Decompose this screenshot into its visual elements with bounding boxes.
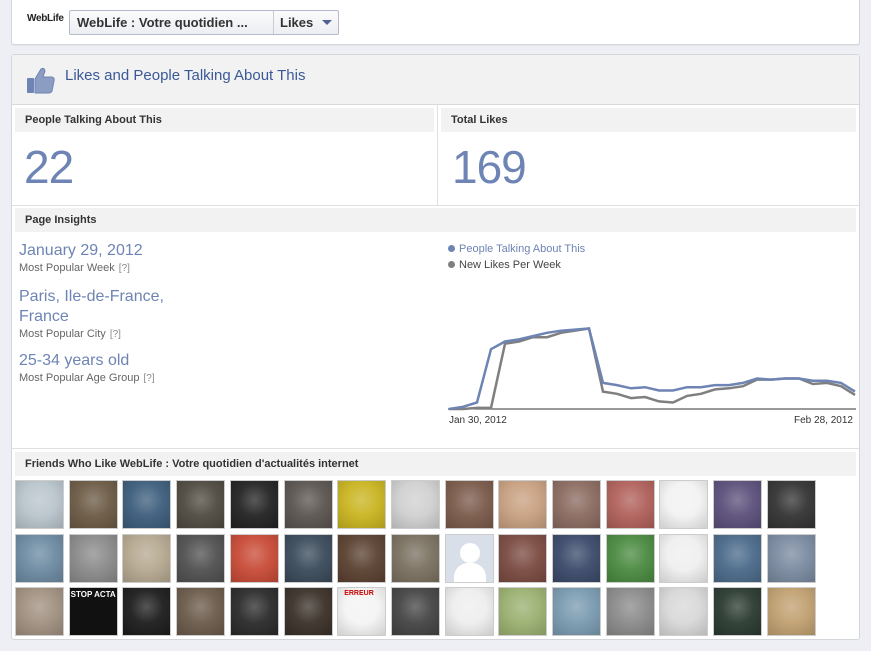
friend-avatar[interactable]	[713, 480, 763, 529]
insight-age-label: Most Popular Age Group	[19, 372, 140, 384]
legend-dot	[448, 261, 455, 268]
default-avatar-silhouette	[459, 542, 480, 563]
legend-label: People Talking About This	[459, 243, 586, 255]
friend-avatar[interactable]	[605, 480, 655, 529]
likes-panel: Likes and People Talking About This Peop…	[11, 54, 860, 640]
friend-avatar[interactable]	[659, 480, 709, 529]
friend-avatar[interactable]	[766, 587, 816, 637]
friend-avatar[interactable]	[390, 533, 440, 583]
series-line	[448, 327, 856, 411]
page-view-selector[interactable]: WebLife : Votre quotidien ... Likes	[69, 10, 339, 35]
friend-avatar[interactable]	[122, 587, 172, 637]
legend-label: New Likes Per Week	[459, 259, 561, 271]
friend-avatar[interactable]	[659, 533, 709, 583]
legend-item-likes: New Likes Per Week	[448, 259, 561, 271]
erreur-text: ERREUR	[344, 590, 374, 598]
legend-item-talking: People Talking About This	[448, 243, 585, 255]
divider	[12, 205, 859, 206]
insights-header: Page Insights	[15, 208, 856, 232]
friend-avatar[interactable]	[713, 587, 763, 637]
insight-week-label: Most Popular Week	[19, 262, 115, 274]
talking-stat-label: People Talking About This	[15, 108, 434, 132]
friend-avatar[interactable]	[15, 480, 64, 529]
friend-avatar[interactable]	[659, 587, 709, 637]
x-tick-end: Feb 28, 2012	[794, 415, 853, 426]
friend-avatar[interactable]	[283, 587, 333, 637]
friend-avatar[interactable]	[498, 533, 548, 583]
friend-avatar[interactable]	[498, 480, 548, 529]
insight-popular-city: Paris, Ile-de-France, France Most Popula…	[19, 287, 209, 340]
insight-popular-week: January 29, 2012 Most Popular Week [?]	[19, 241, 143, 274]
help-link[interactable]: [?]	[143, 373, 154, 384]
insight-city-label: Most Popular City	[19, 328, 106, 340]
insight-city-value: Paris, Ile-de-France, France	[19, 288, 164, 325]
insights-chart	[448, 327, 856, 411]
friend-avatar[interactable]	[444, 587, 494, 637]
likes-stat-label: Total Likes	[441, 108, 856, 132]
friend-avatar[interactable]	[176, 533, 226, 583]
insight-week-value: January 29, 2012	[19, 242, 143, 259]
friend-avatar[interactable]: STOP ACTA	[68, 587, 118, 637]
friend-avatar[interactable]	[498, 587, 548, 637]
friend-avatar[interactable]	[176, 480, 226, 529]
friend-avatar[interactable]	[337, 533, 387, 583]
friend-avatar[interactable]	[552, 587, 601, 637]
friend-avatar[interactable]	[283, 533, 333, 583]
page-selector[interactable]: WebLife : Votre quotidien ...	[70, 11, 274, 34]
friend-avatar[interactable]	[176, 587, 226, 637]
panel-title: Likes and People Talking About This	[65, 67, 306, 84]
friend-avatar[interactable]	[444, 480, 494, 529]
friend-avatar[interactable]	[605, 587, 655, 637]
friend-avatar[interactable]	[68, 480, 118, 529]
likes-stat-value: 169	[452, 141, 527, 193]
help-link[interactable]: [?]	[119, 263, 130, 274]
friend-avatar[interactable]	[337, 480, 387, 529]
friend-avatar[interactable]	[444, 533, 494, 583]
friend-avatar[interactable]	[605, 533, 655, 583]
default-avatar-body	[453, 562, 486, 582]
friend-avatar[interactable]	[766, 533, 816, 583]
view-selector-label: Likes	[280, 15, 314, 30]
friend-avatar[interactable]	[15, 533, 64, 583]
talking-stat-value: 22	[24, 141, 74, 193]
friend-avatar[interactable]	[229, 587, 279, 637]
friend-avatar[interactable]	[122, 533, 172, 583]
talking-stat: People Talking About This 22	[12, 105, 437, 205]
friend-avatar[interactable]	[229, 533, 279, 583]
insight-age-value: 25-34 years old	[19, 352, 130, 369]
friend-avatar[interactable]	[390, 480, 440, 529]
friend-avatar[interactable]	[766, 480, 816, 529]
help-link[interactable]: [?]	[110, 329, 121, 340]
friend-avatar[interactable]	[390, 587, 440, 637]
thumbs-up-icon	[27, 67, 55, 94]
insight-popular-age: 25-34 years old Most Popular Age Group [?…	[19, 351, 155, 384]
likes-stat: Total Likes 169	[438, 105, 859, 205]
friend-avatar[interactable]	[229, 480, 279, 529]
weblife-logo[interactable]: WebLife	[27, 13, 64, 24]
friend-avatar[interactable]	[552, 480, 601, 529]
divider	[12, 448, 859, 449]
x-tick-start: Jan 30, 2012	[449, 415, 507, 426]
friend-avatar[interactable]	[713, 533, 763, 583]
view-selector[interactable]: Likes	[274, 11, 338, 34]
friend-avatar[interactable]: ERREUR	[337, 587, 387, 637]
friend-avatar[interactable]	[68, 533, 118, 583]
friend-avatar[interactable]	[15, 587, 64, 637]
friends-header: Friends Who Like WebLife : Votre quotidi…	[15, 452, 856, 476]
friend-avatar[interactable]	[283, 480, 333, 529]
panel-header: Likes and People Talking About This	[12, 55, 859, 105]
friend-avatar[interactable]	[122, 480, 172, 529]
friend-avatar[interactable]	[552, 533, 601, 583]
chevron-down-icon	[322, 20, 333, 25]
stop-acta-text: STOP ACTA	[70, 590, 116, 600]
top-bar: WebLife WebLife : Votre quotidien ... Li…	[11, 0, 860, 45]
legend-dot	[448, 245, 455, 252]
